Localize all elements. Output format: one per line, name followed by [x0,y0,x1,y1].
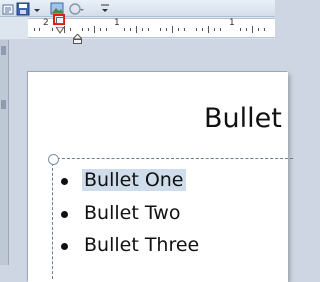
ruler-tick [202,28,203,31]
ruler-tick [246,28,247,31]
ruler-tick [142,28,143,31]
ruler-number: 2 [43,18,49,28]
ruler-tick [94,26,95,33]
quick-access-toolbar [0,0,275,17]
ruler-tick [34,28,35,31]
bullet-text[interactable]: Bullet Three [82,234,201,256]
ruler-tick [82,28,83,31]
slide-pane-edge [0,40,9,265]
ruler-tick [252,26,253,33]
ruler-tick [184,28,185,31]
horizontal-ruler[interactable]: 2 1 1 [28,18,275,38]
ruler-tick [178,28,179,31]
resize-handle[interactable] [48,154,59,165]
ruler-tick [100,28,101,31]
content-placeholder[interactable]: Bullet One Bullet Two Bullet Three [48,154,293,279]
slide-canvas[interactable]: Bullet Bullet One Bullet Two Bullet Thre… [28,72,293,282]
ruler-tick [240,28,241,31]
ruler-tick [148,28,149,31]
ruler-tick [258,28,259,31]
pane-marker [1,100,6,109]
ruler-tick [160,28,161,31]
ruler-tick [106,28,107,31]
ruler-tick [39,28,40,31]
bullet-icon [61,243,68,250]
ruler-tick [172,26,173,33]
ruler-tick [208,26,209,33]
hanging-indent-marker[interactable] [71,29,84,48]
bullet-icon [61,211,68,218]
pane-marker [1,46,6,55]
ruler-tick [136,26,137,33]
slide-title[interactable]: Bullet [204,103,282,134]
ruler-tick [196,28,197,31]
ruler-tick [52,28,53,31]
first-line-indent-marker[interactable] [55,20,65,39]
ruler-tick [214,28,215,31]
ruler-tick [166,28,167,31]
ruler-tick [124,28,125,31]
bullet-icon [61,178,68,185]
ruler-tick [88,28,89,31]
bullet-text[interactable]: Bullet One [82,169,186,191]
ruler-tick [264,28,265,31]
ruler-tick [220,28,221,31]
ruler-tick [64,26,65,33]
ruler-number: 1 [229,18,235,28]
bullet-text[interactable]: Bullet Two [82,202,182,224]
ruler-tick [70,28,71,31]
ruler-number: 1 [114,18,120,28]
ruler-tick [130,28,131,31]
